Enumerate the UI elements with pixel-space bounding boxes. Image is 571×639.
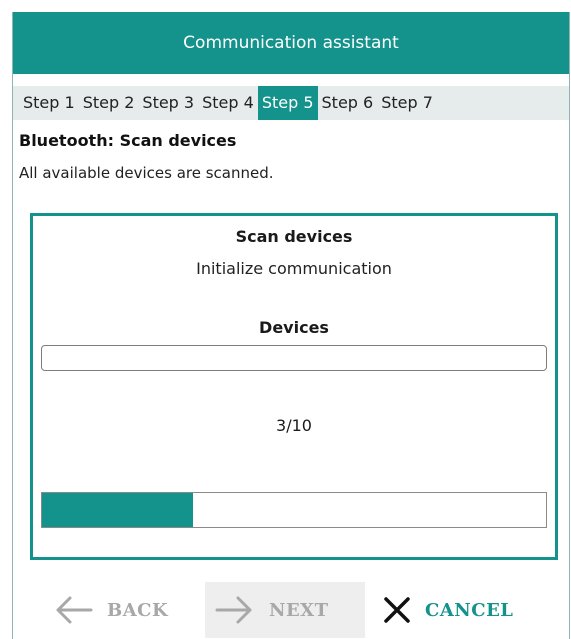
step-navigation: Step 1 Step 2 Step 3 Step 4 Step 5 Step … bbox=[13, 86, 569, 120]
scan-progress-fill bbox=[42, 493, 194, 527]
scan-counter: 3/10 bbox=[276, 416, 312, 435]
page-description: All available devices are scanned. bbox=[19, 164, 274, 182]
panel-title: Scan devices bbox=[235, 227, 353, 246]
next-button[interactable]: NEXT bbox=[205, 582, 365, 638]
close-icon bbox=[383, 596, 411, 624]
title-bar: Communication assistant bbox=[13, 12, 569, 74]
communication-assistant-window: Communication assistant Step 1 Step 2 St… bbox=[12, 12, 570, 639]
step-3[interactable]: Step 3 bbox=[138, 86, 198, 120]
next-label: NEXT bbox=[269, 599, 329, 621]
step-2[interactable]: Step 2 bbox=[79, 86, 139, 120]
arrow-right-icon bbox=[215, 595, 255, 625]
cancel-label: CANCEL bbox=[425, 599, 514, 621]
arrow-left-icon bbox=[53, 595, 93, 625]
devices-label: Devices bbox=[259, 318, 329, 337]
step-6[interactable]: Step 6 bbox=[318, 86, 378, 120]
cancel-button[interactable]: CANCEL bbox=[365, 582, 545, 638]
back-label: BACK bbox=[107, 599, 169, 621]
step-7[interactable]: Step 7 bbox=[377, 86, 437, 120]
footer-buttons: BACK NEXT CANCEL bbox=[43, 582, 545, 638]
panel-subtitle: Initialize communication bbox=[196, 259, 392, 278]
window-title: Communication assistant bbox=[183, 33, 399, 53]
scan-progress-bar bbox=[41, 492, 547, 528]
step-4[interactable]: Step 4 bbox=[198, 86, 258, 120]
back-button[interactable]: BACK bbox=[43, 582, 205, 638]
devices-field bbox=[41, 345, 547, 371]
step-1[interactable]: Step 1 bbox=[19, 86, 79, 120]
scan-panel: Scan devices Initialize communication De… bbox=[30, 213, 558, 560]
page-heading: Bluetooth: Scan devices bbox=[19, 131, 237, 150]
step-5[interactable]: Step 5 bbox=[257, 86, 318, 120]
